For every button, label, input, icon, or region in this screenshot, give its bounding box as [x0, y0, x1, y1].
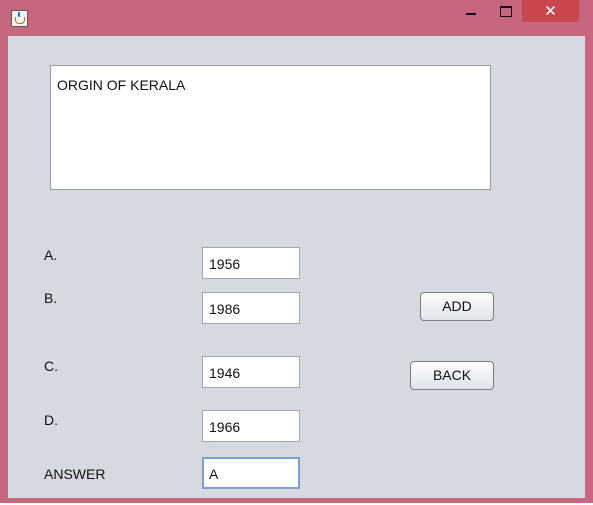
java-cup-icon[interactable] [11, 10, 28, 27]
option-a-label: A. [44, 247, 58, 263]
answer-label: ANSWER [44, 466, 106, 482]
app-window: ✕ ORGIN OF KERALA A. 1956 B. 1986 C. 194… [0, 0, 593, 503]
option-c-input[interactable]: 1946 [202, 356, 300, 388]
minimize-button[interactable] [448, 0, 493, 22]
title-bar[interactable]: ✕ [0, 0, 593, 36]
close-button[interactable]: ✕ [522, 0, 579, 22]
back-button[interactable]: BACK [410, 361, 494, 390]
option-b-label: B. [44, 290, 58, 306]
option-a-input[interactable]: 1956 [202, 247, 300, 279]
add-button[interactable]: ADD [420, 292, 494, 321]
maximize-button[interactable] [493, 0, 521, 22]
question-text: ORGIN OF KERALA [57, 77, 186, 93]
answer-input[interactable]: A [202, 457, 300, 489]
question-textarea[interactable]: ORGIN OF KERALA [50, 65, 491, 190]
option-d-input[interactable]: 1966 [202, 410, 300, 442]
option-c-label: C. [44, 358, 58, 374]
form-panel: ORGIN OF KERALA A. 1956 B. 1986 C. 1946 … [8, 36, 585, 498]
close-icon: ✕ [544, 2, 557, 20]
option-b-input[interactable]: 1986 [202, 292, 300, 324]
option-d-label: D. [44, 412, 58, 428]
